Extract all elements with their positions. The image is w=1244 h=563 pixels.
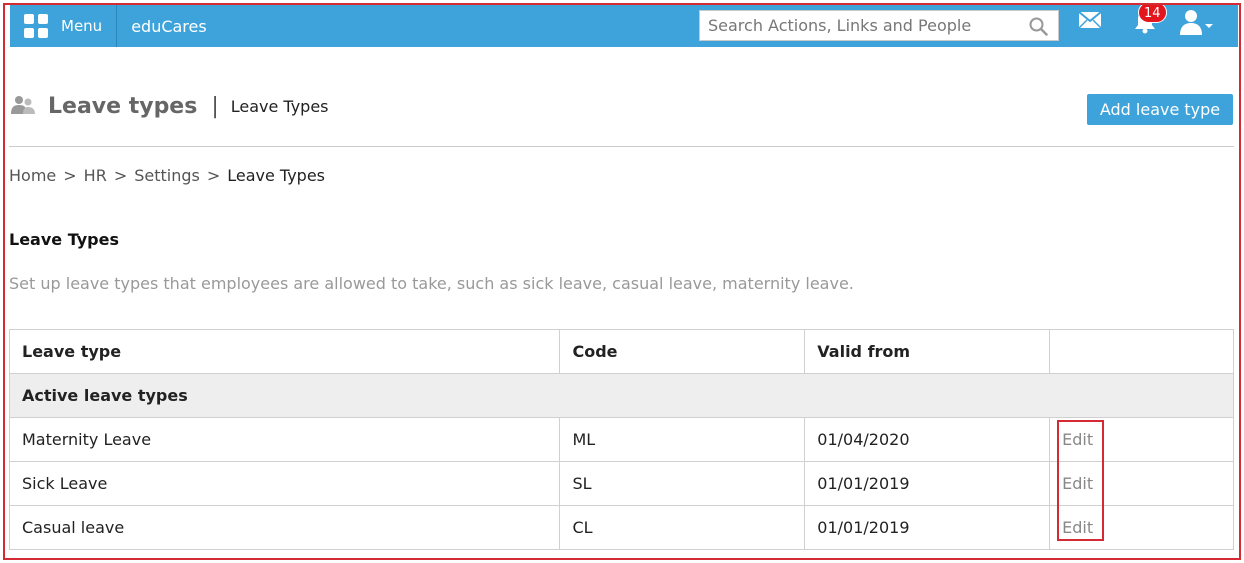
breadcrumb-hr[interactable]: HR <box>84 166 107 185</box>
section-description: Set up leave types that employees are al… <box>9 274 854 293</box>
breadcrumb-separator: > <box>63 166 77 185</box>
column-header-leave-type: Leave type <box>8 329 561 374</box>
breadcrumb-separator: > <box>113 166 128 185</box>
title-separator: | <box>211 94 219 119</box>
page-subtitle: Leave Types <box>230 97 329 116</box>
breadcrumb-settings[interactable]: Settings <box>134 166 200 185</box>
cell-code: CL <box>559 505 806 550</box>
search-icon[interactable] <box>1029 17 1048 40</box>
cell-valid-from: 01/01/2019 <box>804 461 1051 506</box>
column-header-code: Code <box>559 329 806 374</box>
table-header-row: Leave type Code Valid from <box>8 329 1234 374</box>
breadcrumb: Home > HR > Settings > Leave Types <box>9 166 325 185</box>
search-input[interactable] <box>700 16 1020 35</box>
cell-action: Edit <box>1049 505 1234 550</box>
add-leave-type-button[interactable]: Add leave type <box>1087 94 1233 125</box>
table-row: Maternity Leave ML 01/04/2020 Edit <box>8 417 1234 462</box>
breadcrumb-home[interactable]: Home <box>9 166 56 185</box>
notification-count-badge[interactable]: 14 <box>1138 2 1167 23</box>
apps-grid-icon <box>24 14 48 38</box>
cell-action: Edit <box>1049 461 1234 506</box>
user-icon[interactable] <box>1180 9 1214 39</box>
cell-code: SL <box>559 461 806 506</box>
table-group-row: Active leave types <box>9 373 1234 418</box>
cell-valid-from: 01/01/2019 <box>804 505 1051 550</box>
top-navigation-bar: Menu eduCares <box>10 5 1238 47</box>
cell-action: Edit <box>1049 417 1234 462</box>
header-divider <box>9 146 1234 147</box>
column-header-actions <box>1049 329 1234 374</box>
menu-label: Menu <box>61 17 103 35</box>
cell-leave-type: Maternity Leave <box>8 417 561 462</box>
group-label: Active leave types <box>9 373 1234 418</box>
cell-code: ML <box>559 417 806 462</box>
leave-types-table: Leave type Code Valid from Active leave … <box>8 329 1234 550</box>
cell-leave-type: Sick Leave <box>8 461 561 506</box>
table-row: Sick Leave SL 01/01/2019 Edit <box>8 461 1234 506</box>
column-header-valid-from: Valid from <box>804 329 1051 374</box>
breadcrumb-current: Leave Types <box>227 166 326 185</box>
cell-valid-from: 01/04/2020 <box>804 417 1051 462</box>
page-header: Leave types | Leave Types <box>10 94 329 119</box>
brand-name[interactable]: eduCares <box>117 17 207 36</box>
global-search <box>699 10 1059 41</box>
section-title: Leave Types <box>9 230 119 249</box>
page-title: Leave types <box>48 94 198 119</box>
people-icon <box>10 95 36 119</box>
edit-link[interactable]: Edit <box>1062 474 1093 493</box>
edit-link[interactable]: Edit <box>1062 430 1093 449</box>
cell-leave-type: Casual leave <box>8 505 561 550</box>
breadcrumb-separator: > <box>206 166 221 185</box>
menu-button[interactable]: Menu <box>10 5 116 47</box>
edit-link[interactable]: Edit <box>1062 518 1093 537</box>
table-row: Casual leave CL 01/01/2019 Edit <box>8 505 1234 550</box>
mail-icon[interactable] <box>1078 11 1102 33</box>
